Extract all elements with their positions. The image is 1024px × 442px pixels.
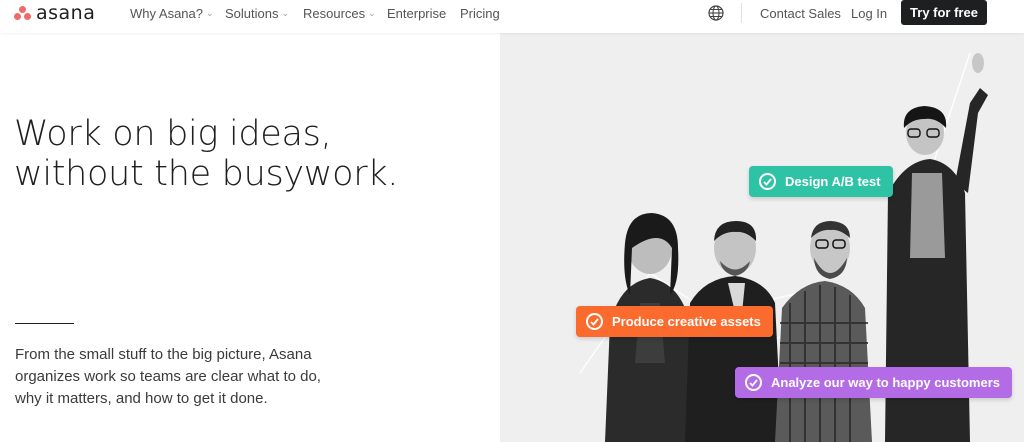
task-tag-produce-creative-assets[interactable]: Produce creative assets <box>576 306 773 337</box>
task-tag-design-ab-test[interactable]: Design A/B test <box>749 166 893 197</box>
check-circle-icon <box>759 173 776 190</box>
nav-resources[interactable]: Resources ⌄ <box>303 6 376 21</box>
nav-enterprise[interactable]: Enterprise <box>387 6 446 21</box>
login-label: Log In <box>851 6 888 21</box>
asana-logo[interactable]: asana <box>14 2 96 24</box>
task-label: Analyze our way to happy customers <box>771 375 1001 390</box>
person-3 <box>775 221 872 442</box>
check-circle-icon <box>745 374 762 391</box>
task-tag-analyze-customers[interactable]: Analyze our way to happy customers <box>735 367 1013 398</box>
try-for-free-button[interactable]: Try for free <box>901 0 987 25</box>
headline-line-1: Work on big ideas, <box>14 114 332 154</box>
login-link[interactable]: Log In <box>851 6 887 21</box>
chevron-down-icon: ⌄ <box>206 8 214 18</box>
check-circle-icon <box>586 313 603 330</box>
headline-line-2: without the busywork. <box>14 154 399 194</box>
nav-pricing-label: Pricing <box>460 6 500 21</box>
nav-resources-label: Resources <box>303 6 366 21</box>
contact-sales-link[interactable]: Contact Sales <box>760 6 841 21</box>
hero-subtext: From the small stuff to the big picture,… <box>15 346 321 407</box>
task-label: Produce creative assets <box>612 314 761 329</box>
contact-sales-label: Contact Sales <box>760 6 841 21</box>
nav-solutions[interactable]: Solutions ⌄ <box>225 6 289 21</box>
globe-icon[interactable] <box>708 5 724 21</box>
nav-divider <box>741 3 742 23</box>
chevron-down-icon: ⌄ <box>281 8 290 18</box>
nav-pricing[interactable]: Pricing <box>460 6 500 21</box>
hero-headline: Work on big ideas, without the busywork. <box>14 114 398 194</box>
nav-why-asana[interactable]: Why Asana? ⌄ <box>130 6 214 21</box>
task-label: Design A/B test <box>785 174 881 189</box>
nav-why-asana-label: Why Asana? <box>130 6 203 21</box>
logo-wordmark: asana <box>36 2 96 24</box>
nav-solutions-label: Solutions <box>225 6 279 21</box>
nav-enterprise-label: Enterprise <box>387 6 447 21</box>
asana-logo-icon <box>14 6 32 20</box>
divider-rule <box>15 323 74 324</box>
top-nav: asana Why Asana? ⌄ Solutions ⌄ Resources ⌄ … <box>0 0 1024 33</box>
chevron-down-icon: ⌄ <box>368 8 376 18</box>
